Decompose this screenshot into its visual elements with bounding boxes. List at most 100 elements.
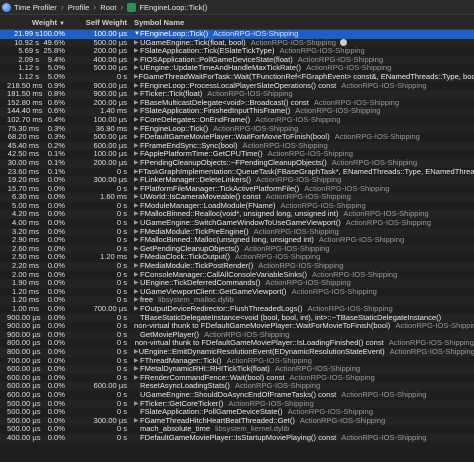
- focus-arrow-icon[interactable]: [339, 39, 347, 47]
- symbol-name: FDefaultGameMoviePlayer::IsStartupMovieP…: [140, 433, 337, 442]
- symbol-cell: ▶ FSlateApplication::Tick(ESlateTickType)…: [130, 47, 474, 56]
- symbol-cell: ▶ UGameEngine::Tick(float, bool) ActionRPG…: [130, 39, 474, 48]
- library-name: ActionRPG-IOS-Shipping: [299, 416, 386, 425]
- symbol-cell: ▶ FSlateApplication::FinishedInputThisFra…: [130, 107, 474, 116]
- library-name: ActionRPG-IOS-Shipping: [334, 133, 420, 142]
- table-row[interactable]: 15.70 ms 0.0% 0 s ▶ FPlatformFileManager::Ti…: [0, 184, 474, 194]
- table-row[interactable]: 5.69 s 25.8% 200.00 µs ▶ FSlateApplication::…: [0, 47, 474, 56]
- table-row[interactable]: 500.00 µs 0.0% 0 s ▶ FTicker::GetCoreTicker(…: [0, 399, 474, 409]
- table-row[interactable]: 2.60 ms 0.0% 0 s ▶ GetPendingCleanupObjects(…: [0, 244, 474, 254]
- table-row[interactable]: 6.30 ms 0.0% 1.60 ms ▶ UWorld::IsCameraMovea…: [0, 193, 474, 202]
- table-row[interactable]: 600.00 µs 0.0% 600.00 µs ResetAsyncLoadingS…: [0, 382, 474, 391]
- table-row[interactable]: 1.20 ms 0.0% 0 s ▶ free libsystem_malloc.dyli…: [0, 296, 474, 305]
- table-row[interactable]: 500.00 µs 0.0% 0 s mach_absolute_time libsys…: [0, 425, 474, 434]
- symbol-name: FThreadManager::Tick(): [140, 356, 222, 365]
- table-row[interactable]: 75.30 ms 0.3% 36.90 ms ▶ FEngineLoop::Tick()…: [0, 124, 474, 134]
- table-row[interactable]: 2.50 ms 0.0% 1.20 ms ▶ FMediaClock::TickOutp…: [0, 253, 474, 262]
- symbol-cell: ResetAsyncLoadingStats() ActionRPG-IOS-Sh…: [130, 382, 474, 391]
- table-row[interactable]: 5.00 ms 0.0% 0 s ▶ FModuleManager::LoadModul…: [0, 201, 474, 211]
- breadcrumb: Time Profiler › Profile › Root › FEngine…: [0, 0, 474, 15]
- table-row[interactable]: 19.20 ms 0.0% 300.00 µs ▶ FLinkerManager::De…: [0, 175, 474, 185]
- symbol-name: UGameEngine::SwitchGameWindowToUseGameVi…: [140, 219, 341, 228]
- symbol-cell: ▶ FRenderCommandFence::Wait(bool) const Ac…: [130, 374, 474, 383]
- breadcrumb-item-root[interactable]: Root: [100, 3, 116, 12]
- table-row[interactable]: 1.12 s 5.0% 500.00 µs ▶ UEngine::UpdateTimeA…: [0, 64, 474, 73]
- table-row[interactable]: 900.00 µs 0.0% 0 s TBaseStaticDelegateInsta…: [0, 313, 474, 323]
- library-name: ActionRPG-IOS-Shipping: [304, 184, 390, 193]
- table-row[interactable]: 23.60 ms 0.1% 0 s ▶ FTaskGraphImplementation…: [0, 167, 474, 177]
- library-name: ActionRPG-IOS-Shipping: [207, 90, 293, 99]
- table-row[interactable]: 500.00 µs 0.0% 0 s FSlateApplication::PollG…: [0, 408, 474, 417]
- symbol-cell: ▶ FGameThreadWaitForTask::Wait(TFunctionR…: [130, 73, 474, 82]
- table-row[interactable]: 2.90 ms 0.0% 0 s ▶ FMallocBinned::Malloc(uns…: [0, 236, 474, 245]
- weight-column-header[interactable]: Weight ▼: [0, 18, 68, 27]
- symbol-name: FEngineLoop::Tick(): [140, 30, 209, 38]
- table-row[interactable]: 4.00 ms 0.0% 0 s ▶ UGameEngine::SwitchGameWi…: [0, 218, 474, 228]
- symbol-cell: ▶ FMallocBinned::Malloc(unsigned long, un…: [130, 236, 474, 245]
- table-row[interactable]: 30.00 ms 0.1% 200.00 µs ▶ FPendingCleanupObj…: [0, 158, 474, 168]
- symbol-cell: ▶ FEngineLoop::Tick() ActionRPG-IOS-Shippi…: [130, 125, 474, 134]
- table-row[interactable]: 2.20 ms 0.0% 0 s ▶ FMediaModule::TickPostRen…: [0, 261, 474, 271]
- table-row[interactable]: 21.99 s100.0% 100.00 µs ▼ FEngineLoop::Tick…: [0, 29, 474, 39]
- symbol-name: FBaseMulticastDelegate<void>::Broadcast(…: [140, 98, 309, 107]
- table-row[interactable]: 181.50 ms 0.8% 900.00 µs ▶ FTicker::Tick(flo…: [0, 90, 474, 99]
- symbol-cell: ▶ FModuleManager::LoadModule(FName) Action…: [130, 202, 474, 211]
- table-row[interactable]: 400.00 µs 0.0% 0 s FDefaultGameMoviePlayer:…: [0, 433, 474, 443]
- table-row[interactable]: 45.40 ms 0.2% 600.00 µs ▶ FFrameEndSync::Syn…: [0, 141, 474, 151]
- table-row[interactable]: 68.20 ms 0.3% 500.00 µs ▶ FDefaultGameMovieP…: [0, 133, 474, 142]
- table-row[interactable]: 2.09 s 9.4% 400.00 µs ▶ FIOSApplication::Pol…: [0, 55, 474, 65]
- table-row[interactable]: 1.00 ms 0.0% 700.00 µs ▶ FOutputDeviceRedire…: [0, 304, 474, 314]
- symbol-name-column-header[interactable]: Symbol Name: [130, 18, 474, 27]
- table-row[interactable]: 1.20 ms 0.0% 0 s ▶ UGameViewportClient::GetG…: [0, 287, 474, 297]
- symbol-name: FTicker::GetCoreTicker(): [140, 399, 224, 408]
- table-row[interactable]: 700.00 µs 0.0% 0 s ▶ FThreadManager::Tick() A…: [0, 356, 474, 366]
- symbol-cell: ▶ FDefaultGameMoviePlayer::WaitForMovieTo…: [130, 133, 474, 142]
- symbol-cell: ▶ FTicker::GetCoreTicker() ActionRPG-IOS-S…: [130, 400, 474, 409]
- symbol-name: FSlateApplication::Tick(ESlateTickType): [140, 47, 275, 56]
- library-name: ActionRPG-IOS-Shipping: [388, 339, 474, 348]
- table-row[interactable]: 4.20 ms 0.0% 0 s ▶ FMallocBinned::Realloc(vo…: [0, 210, 474, 220]
- table-row[interactable]: 10.92 s 49.6% 500.00 µs ▶ UGameEngine::Tick(…: [0, 38, 474, 48]
- symbol-cell: ▶ FGameThreadHitchHeartBeatThreaded::Get(…: [130, 417, 474, 426]
- library-name: ActionRPG-IOS-Shipping: [280, 201, 366, 210]
- symbol-name: UGameViewportClient::GetGameViewport(): [140, 287, 287, 296]
- symbol-cell: ▶ FPendingCleanupObjects::~FPendingCleanu…: [130, 159, 474, 168]
- table-row[interactable]: 900.00 µs 0.0% 0 s GetMoviePlayer() ActionRP…: [0, 330, 474, 340]
- table-row[interactable]: 600.00 µs 0.0% 0 s ▶ FMetalDynamicRHI::RHITi…: [0, 365, 474, 374]
- table-row[interactable]: 152.80 ms 0.6% 200.00 µs ▶ FBaseMulticastDel…: [0, 98, 474, 108]
- table-row[interactable]: 900.00 µs 0.0% 0 s non-virtual thunk to FDe…: [0, 322, 474, 331]
- library-name: ActionRPG-IOS-Shipping: [234, 382, 321, 391]
- chevron-right-icon: ›: [120, 2, 124, 12]
- breadcrumb-item-function[interactable]: FEngineLoop::Tick(): [127, 2, 207, 12]
- table-row[interactable]: 42.50 ms 0.1% 100.00 µs ▶ FApplePlatformTime…: [0, 150, 474, 159]
- symbol-name: FTaskGraphImplementation::QueueTask(FBas…: [138, 167, 474, 176]
- library-name: ActionRPG-IOS-Shipping: [213, 124, 299, 133]
- symbol-cell: ▶ FApplePlatformTime::GetCPUTime() ActionR…: [130, 150, 474, 159]
- table-row[interactable]: 1.90 ms 0.0% 0 s ▶ UEngine::TickDeferredComm…: [0, 279, 474, 288]
- symbol-cell: UGameEngine::ShouldDoAsyncEndOfFrameTask…: [130, 391, 474, 400]
- table-row[interactable]: 102.70 ms 0.4% 100.00 µs ▶ FCoreDelegates::O…: [0, 115, 474, 125]
- library-name: libsystem_kernel.dylib: [215, 425, 290, 434]
- table-row[interactable]: 500.00 µs 0.0% 300.00 µs ▶ FGameThreadHitchH…: [0, 416, 474, 426]
- self-weight-column-header[interactable]: Self Weight: [68, 18, 130, 27]
- table-row[interactable]: 600.00 µs 0.0% 0 s UGameEngine::ShouldDoAsy…: [0, 390, 474, 400]
- table-row[interactable]: 800.00 µs 0.0% 0 s non-virtual thunk to FDe…: [0, 339, 474, 348]
- table-row[interactable]: 144.40 ms 0.6% 1.40 ms ▶ FSlateApplication::…: [0, 107, 474, 116]
- library-name: ActionRPG-IOS-Shipping: [287, 408, 373, 417]
- symbol-name: FIOSApplication::PollGameDeviceState(flo…: [140, 55, 293, 64]
- table-row[interactable]: 800.00 µs 0.0% 0 s ▶ UEngine::EmitDynamicRes…: [0, 347, 474, 357]
- library-name: ActionRPG-IOS-Shipping: [312, 270, 398, 279]
- symbol-name: FMediaModule::TickPostRender(): [140, 262, 254, 271]
- breadcrumb-item-profile[interactable]: Profile: [68, 3, 90, 12]
- table-row[interactable]: 2.00 ms 0.0% 0 s ▶ FConsoleManager::CallAllC…: [0, 270, 474, 280]
- breadcrumb-item-time-profiler[interactable]: Time Profiler: [2, 2, 57, 12]
- symbol-cell: ▶ FOutputDeviceRedirector::FlushThreadedL…: [130, 305, 474, 314]
- table-row[interactable]: 3.20 ms 0.0% 0 s ▶ FMediaModule::TickPreEngi…: [0, 227, 474, 237]
- library-name: ActionRPG-IOS-Shipping: [331, 158, 418, 167]
- symbol-name: non-virtual thunk to FDefaultGameMoviePl…: [134, 339, 384, 348]
- table-row[interactable]: 1.12 s 5.0% 0 s ▶ FGameThreadWaitForTask::Wa…: [0, 72, 474, 82]
- table-row[interactable]: 600.00 µs 0.0% 0 s ▶ FRenderCommandFence::Wa…: [0, 373, 474, 383]
- library-name: ActionRPG-IOS-Shipping: [289, 373, 375, 382]
- table-row[interactable]: 218.50 ms 0.9% 900.00 µs ▶ FEngineLoop::Proc…: [0, 81, 474, 91]
- chevron-right-icon: ›: [60, 2, 64, 12]
